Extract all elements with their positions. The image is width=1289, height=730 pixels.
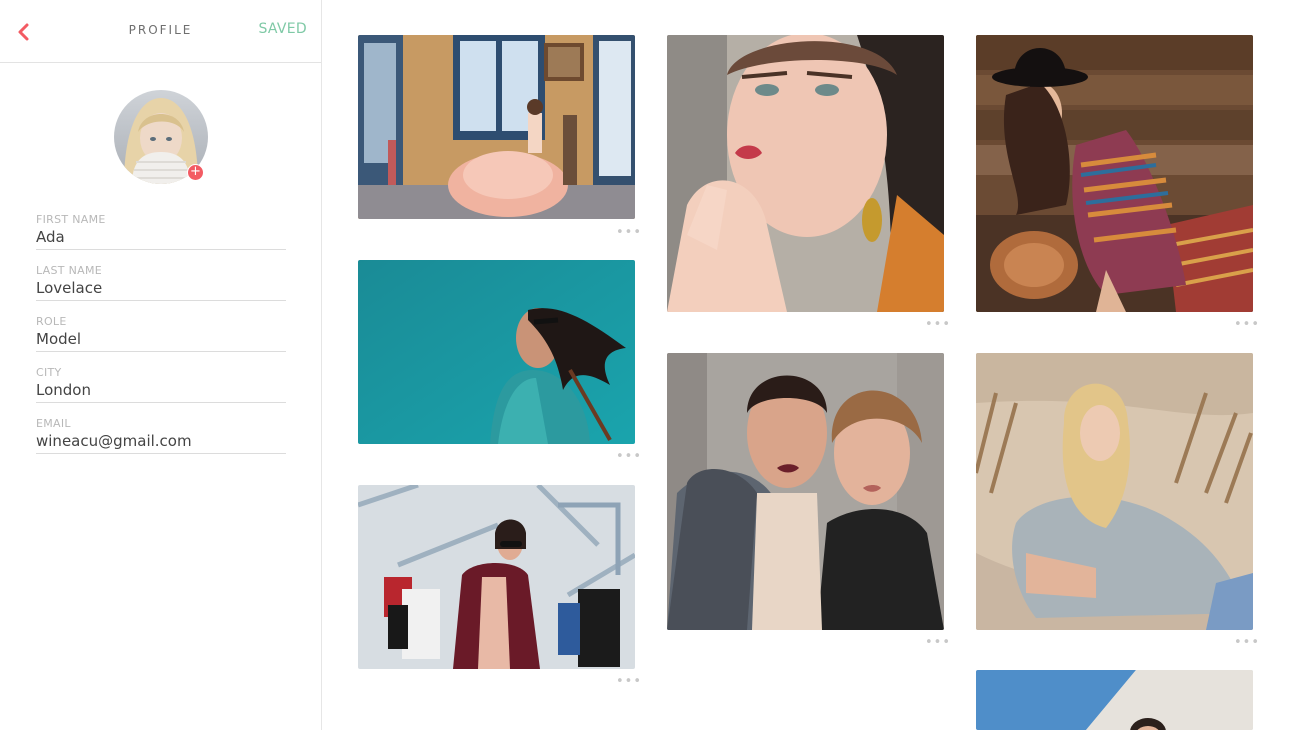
email-field: EMAIL <box>36 417 286 454</box>
last-name-field: LAST NAME <box>36 264 286 301</box>
city-input[interactable] <box>36 381 286 403</box>
last-name-input[interactable] <box>36 279 286 301</box>
gallery-photo[interactable] <box>667 35 944 312</box>
last-name-label: LAST NAME <box>36 264 102 277</box>
profile-sidebar: PROFILE SAVED + FIRST NAME LAST NAME <box>0 0 322 730</box>
photo-more-menu-icon[interactable]: ••• <box>1234 636 1260 649</box>
email-label: EMAIL <box>36 417 71 430</box>
photo-more-menu-icon[interactable]: ••• <box>616 450 642 463</box>
gallery-photo[interactable] <box>976 670 1253 730</box>
role-field: ROLE <box>36 315 286 352</box>
profile-header: PROFILE SAVED <box>0 0 321 63</box>
city-field: CITY <box>36 366 286 403</box>
photo-more-menu-icon[interactable]: ••• <box>925 318 951 331</box>
city-label: CITY <box>36 366 62 379</box>
photo-more-menu-icon[interactable]: ••• <box>1234 318 1260 331</box>
photo-more-menu-icon[interactable]: ••• <box>616 226 642 239</box>
saved-button[interactable]: SAVED <box>258 21 307 37</box>
role-input[interactable] <box>36 330 286 352</box>
role-label: ROLE <box>36 315 67 328</box>
gallery-photo[interactable] <box>358 35 635 219</box>
first-name-field: FIRST NAME <box>36 213 286 250</box>
first-name-input[interactable] <box>36 228 286 250</box>
photo-more-menu-icon[interactable]: ••• <box>616 675 642 688</box>
add-photo-icon[interactable]: + <box>187 164 204 181</box>
gallery-photo[interactable] <box>976 353 1253 630</box>
gallery-photo[interactable] <box>976 35 1253 312</box>
gallery-photo[interactable] <box>667 353 944 630</box>
email-input[interactable] <box>36 432 286 454</box>
photo-more-menu-icon[interactable]: ••• <box>925 636 951 649</box>
first-name-label: FIRST NAME <box>36 213 106 226</box>
gallery-photo[interactable] <box>358 260 635 444</box>
gallery-photo[interactable] <box>358 485 635 669</box>
